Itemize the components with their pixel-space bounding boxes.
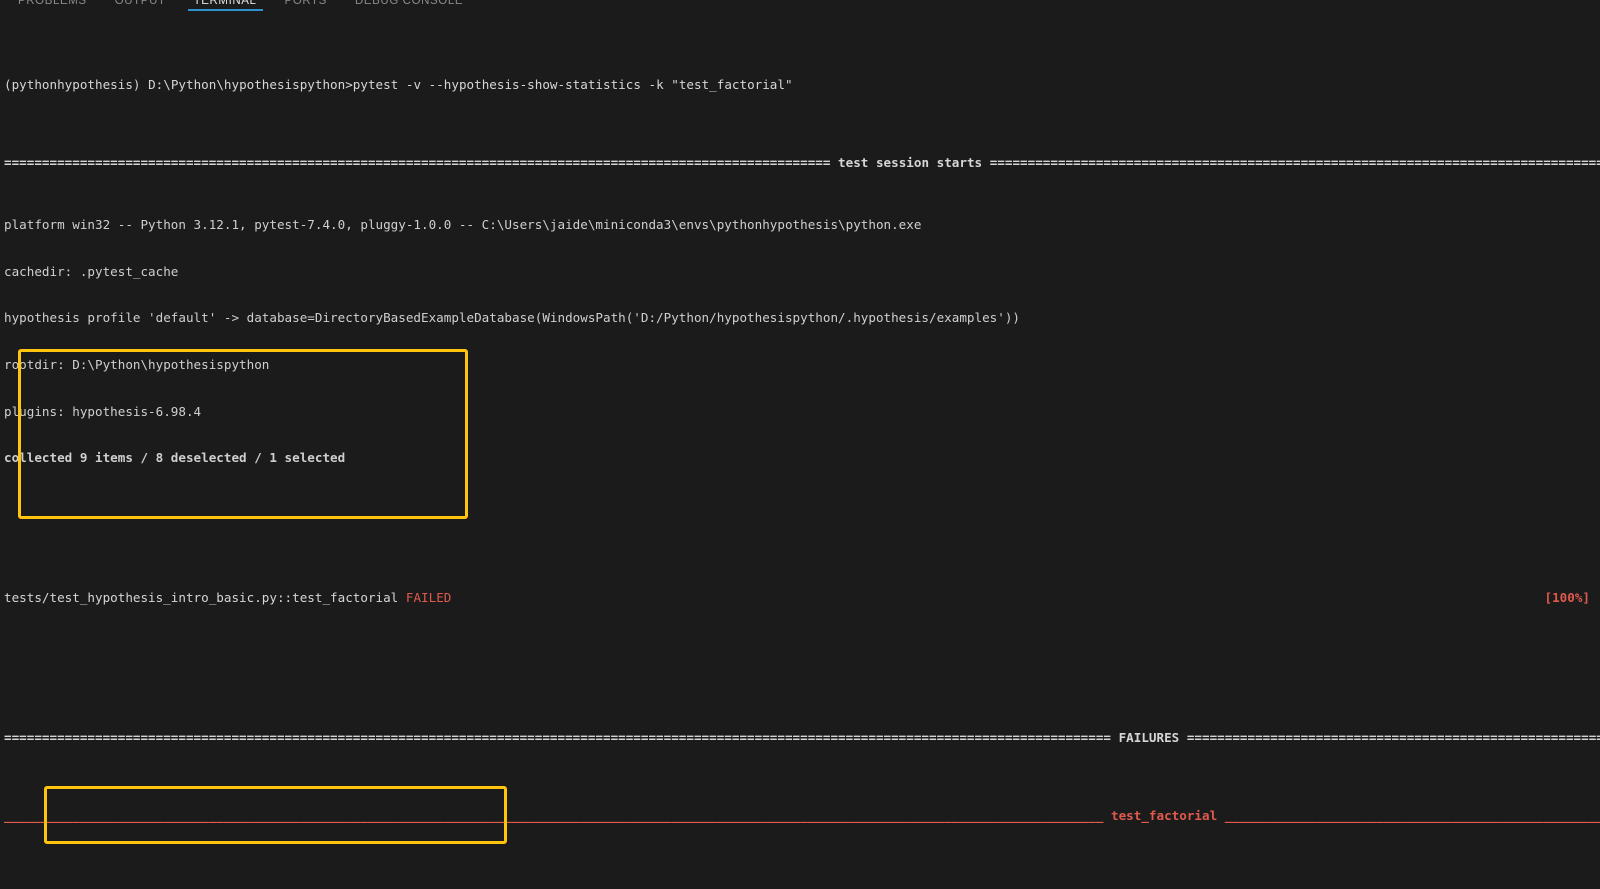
failures-rule-left: ========================================… bbox=[4, 730, 1111, 746]
failures-header-line: ========================================… bbox=[4, 730, 1600, 746]
test-result-line: tests/test_hypothesis_intro_basic.py::te… bbox=[4, 590, 1600, 606]
prompt-command: pytest -v --hypothesis-show-statistics -… bbox=[352, 77, 793, 93]
session-sep-a bbox=[830, 155, 838, 170]
failure-rule-right: ________________________________________… bbox=[1224, 807, 1600, 823]
progress-indicator: [100%] bbox=[1544, 590, 1591, 606]
session-rule-right: ========================================… bbox=[989, 154, 1600, 170]
failures-title: FAILURES bbox=[1118, 730, 1180, 746]
test-gap bbox=[398, 590, 406, 605]
failure-rule-left: ________________________________________… bbox=[4, 807, 1104, 823]
panel-tabbar: PROBLEMS OUTPUT TERMINAL PORTS DEBUG CON… bbox=[0, 0, 1600, 11]
plugins-line: plugins: hypothesis-6.98.4 bbox=[4, 403, 202, 419]
failure-title: test_factorial bbox=[1111, 807, 1218, 823]
failures-sep-a bbox=[1111, 730, 1119, 745]
hypothesis-profile-line: hypothesis profile 'default' -> database… bbox=[4, 310, 1020, 326]
session-title: test session starts bbox=[838, 154, 983, 170]
prompt-path: D:\Python\hypothesispython> bbox=[148, 77, 353, 93]
failures-rule-right: ========================================… bbox=[1186, 730, 1600, 746]
tab-problems[interactable]: PROBLEMS bbox=[4, 0, 101, 11]
tab-debug-console[interactable]: DEBUG CONSOLE bbox=[341, 0, 477, 11]
failure-sep-b bbox=[1217, 808, 1225, 823]
terminal-prompt-line: (pythonhypothesis) D:\Python\hypothesisp… bbox=[4, 77, 1600, 93]
tab-output[interactable]: OUTPUT bbox=[101, 0, 180, 11]
failures-sep-b bbox=[1179, 730, 1187, 745]
rootdir-line: rootdir: D:\Python\hypothesispython bbox=[4, 357, 270, 373]
terminal-output[interactable]: (pythonhypothesis) D:\Python\hypothesisp… bbox=[0, 11, 1600, 889]
session-rule-left: ========================================… bbox=[4, 154, 831, 170]
tab-ports[interactable]: PORTS bbox=[271, 0, 341, 11]
session-sep-b bbox=[982, 155, 990, 170]
prompt-env: (pythonhypothesis) bbox=[4, 77, 141, 93]
collected-line: collected 9 items / 8 deselected / 1 sel… bbox=[4, 450, 346, 466]
failure-title-line: ________________________________________… bbox=[4, 808, 1600, 824]
status-badge: FAILED bbox=[405, 590, 452, 606]
session-header-line: ========================================… bbox=[4, 155, 1600, 171]
cachedir-line: cachedir: .pytest_cache bbox=[4, 263, 179, 279]
platform-line: platform win32 -- Python 3.12.1, pytest-… bbox=[4, 217, 922, 233]
failure-sep-a bbox=[1103, 808, 1111, 823]
test-nodeid: tests/test_hypothesis_intro_basic.py::te… bbox=[4, 590, 399, 606]
